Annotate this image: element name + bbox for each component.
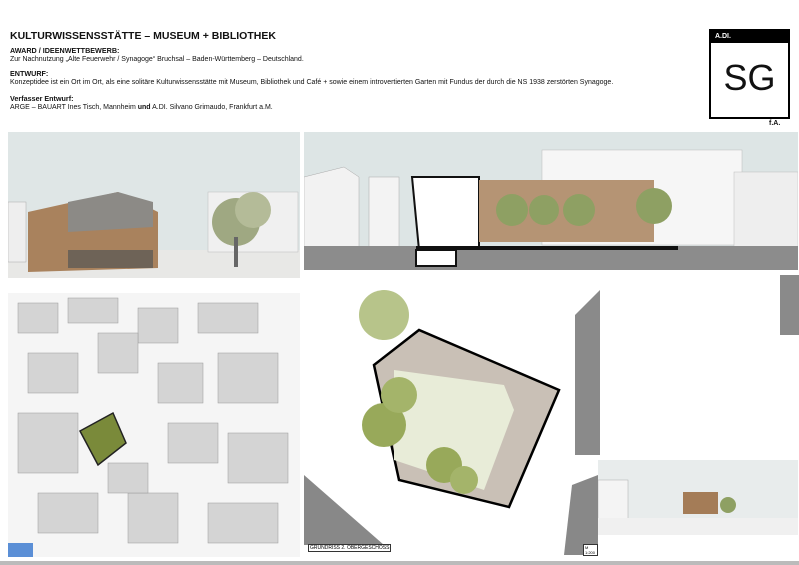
author-text-and: und bbox=[137, 103, 151, 111]
floor-plan: GRUNDRISS 2. OBERGESCHOSS M 1:200 bbox=[304, 275, 598, 557]
plan-label: GRUNDRISS 2. OBERGESCHOSS bbox=[308, 544, 392, 552]
design-heading: ENTWURF: bbox=[10, 69, 49, 78]
logo-mark: SG bbox=[723, 57, 776, 98]
bottom-border bbox=[0, 561, 799, 565]
scale-label: M 1:200 bbox=[583, 544, 598, 556]
logo: A.DI. SG bbox=[709, 29, 790, 119]
logo-suffix: f.A. bbox=[769, 120, 781, 127]
author-text-post: A.DI. Silvano Grimaudo, Frankfurt a.M. bbox=[150, 103, 273, 111]
design-section: ENTWURF: Konzeptidee ist ein Ort im Ort,… bbox=[10, 69, 614, 87]
author-heading: Verfasser Entwurf: bbox=[10, 94, 74, 103]
perspective-render bbox=[8, 132, 300, 278]
author-text-pre: ARGE – BAUART Ines Tisch, Mannheim bbox=[10, 103, 138, 111]
author-section: Verfasser Entwurf: ARGE – BAUART Ines Ti… bbox=[10, 94, 273, 112]
street-render bbox=[598, 460, 798, 535]
award-text: Zur Nachnutzung „Alte Feuerwehr / Synago… bbox=[10, 55, 304, 63]
section-elevation bbox=[304, 132, 798, 270]
neighbour-shape bbox=[575, 275, 799, 455]
logo-top: A.DI. bbox=[711, 31, 788, 43]
award-section: AWARD / IDEENWETTBEWERB: Zur Nachnutzung… bbox=[10, 46, 304, 64]
page-title: KULTURWISSENSSTÄTTE – MUSEUM + BIBLIOTHE… bbox=[10, 30, 276, 42]
design-text: Konzeptidee ist ein Ort im Ort, als eine… bbox=[10, 78, 614, 86]
award-heading: AWARD / IDEENWETTBEWERB: bbox=[10, 46, 120, 55]
site-plan bbox=[8, 293, 300, 557]
